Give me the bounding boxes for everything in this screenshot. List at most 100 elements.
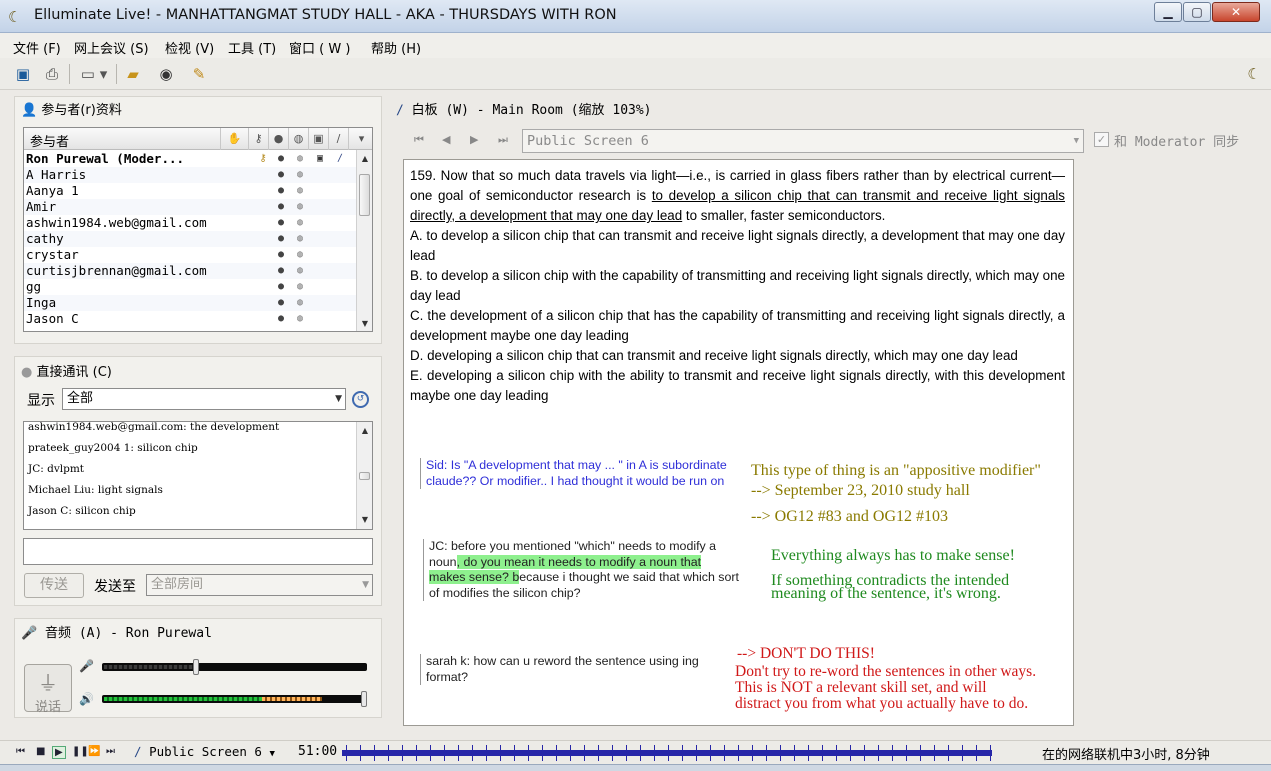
scroll-up-icon[interactable]: ▲ (357, 424, 372, 438)
previous-screen-icon[interactable]: ◀ (442, 133, 450, 146)
scroll-thumb[interactable] (359, 472, 370, 480)
pen-column-icon[interactable]: ∕ (328, 128, 348, 150)
participant-row[interactable]: A Harris ● ◍ (24, 167, 357, 183)
clock-icon[interactable]: ↺ (352, 391, 369, 408)
participants-list[interactable]: 参与者 ✋ ⚷ ● ◍ ▣ ∕ ▾ Ron Purewal (Moder... ⚷… (23, 127, 373, 332)
talk-button[interactable]: ⏚ 说话 (24, 664, 72, 715)
speaker-volume-slider[interactable] (102, 691, 367, 707)
layout-dropdown-icon[interactable]: ▭ ▾ (74, 62, 114, 86)
participant-row[interactable]: ashwin1984.web@gmail.com ● ◍ (24, 215, 357, 231)
fast-forward-icon[interactable]: ⏩ (88, 746, 100, 757)
timeline-tick (500, 745, 501, 761)
chat-scrollbar[interactable]: ▲ ▼ (356, 422, 372, 529)
jc-question-note: JC: before you mentioned "which" needs t… (423, 539, 741, 601)
first-screen-icon[interactable]: ⏮ (414, 133, 424, 147)
participant-name: Ron Purewal (Moder... (26, 151, 185, 166)
notes-icon[interactable]: ✎ (187, 62, 211, 86)
send-to-select[interactable]: 全部房间 ▼ (146, 574, 373, 596)
stop-icon[interactable]: ■ (36, 746, 45, 757)
title-bar: ☾ Elluminate Live! - MANHATTANGMAT STUDY… (0, 0, 1271, 33)
audio-status-icon: ● (277, 185, 285, 196)
annotation-appositive: This type of thing is an "appositive mod… (751, 462, 1041, 479)
timeline-tick (794, 745, 795, 761)
whiteboard-column-icon[interactable]: ▣ (308, 128, 328, 150)
print-icon[interactable]: ⎙ (40, 62, 64, 86)
audio-status-icon: ● (277, 249, 285, 260)
chat-status-icon: ◍ (296, 249, 304, 260)
annotation-dont-do-this: --> DON'T DO THIS! (737, 645, 875, 662)
participant-name: crystar (26, 247, 79, 262)
show-filter-select[interactable]: 全部 ▼ (62, 388, 346, 410)
pen-status-icon: ∕ (336, 153, 344, 164)
timeline-tick (528, 745, 529, 761)
scroll-up-icon[interactable]: ▲ (357, 152, 372, 166)
screen-select[interactable]: Public Screen 6 ▼ (522, 129, 1084, 153)
current-screen-selector[interactable]: ∕ Public Screen 6 ▼ (134, 744, 275, 759)
audio-status-icon: ● (277, 201, 285, 212)
participant-row[interactable]: Inga ● ◍ (24, 295, 357, 311)
whiteboard-canvas[interactable]: 159. Now that so much data travels via l… (403, 159, 1074, 726)
participant-name: gg (26, 279, 42, 294)
mic-volume-slider[interactable] (102, 659, 367, 675)
participant-row[interactable]: crystar ● ◍ (24, 247, 357, 263)
moderator-column-icon[interactable]: ⚷ (248, 128, 268, 150)
mic-slider-thumb[interactable] (192, 659, 199, 675)
chat-status-icon: ◍ (296, 201, 304, 212)
participants-icon: 👤 (21, 103, 38, 118)
timeline-bar[interactable] (342, 745, 992, 761)
participants-scrollbar[interactable]: ▲ ▼ (356, 150, 372, 331)
save-icon[interactable]: ▣ (11, 62, 35, 86)
speaker-slider-thumb[interactable] (361, 691, 367, 707)
chat-bubble-icon: ● (21, 365, 33, 380)
pause-icon[interactable]: ❚❚ (72, 746, 89, 757)
webcam-icon[interactable]: ◉ (154, 62, 178, 86)
participant-name: Aanya 1 (26, 183, 79, 198)
next-screen-icon[interactable]: ▶ (470, 133, 478, 146)
menu-view[interactable]: 检视 (V) (165, 38, 214, 57)
hand-raise-column-icon[interactable]: ✋ (220, 128, 248, 150)
participant-row[interactable]: gg ● ◍ (24, 279, 357, 295)
participant-name: Jason C (26, 311, 79, 326)
answer-choice-d: D. developing a silicon chip that can tr… (410, 348, 1018, 363)
folder-icon[interactable]: ▰ (121, 62, 145, 86)
participant-row[interactable]: cathy ● ◍ (24, 231, 357, 247)
chat-input[interactable] (23, 538, 373, 565)
scroll-thumb[interactable] (359, 174, 370, 216)
play-icon[interactable]: ▶ (52, 746, 66, 759)
participant-row[interactable]: Ron Purewal (Moder... ⚷ ● ◍ ▣ ∕ (24, 151, 357, 167)
online-duration: 在的网络联机中3小时, 8分钟 (1042, 748, 1210, 763)
columns-dropdown-icon[interactable]: ▾ (348, 128, 372, 150)
sarah-question-note: sarah k: how can u reword the sentence u… (420, 654, 730, 685)
rewind-icon[interactable]: ⏮ (16, 746, 25, 757)
chat-column-icon[interactable]: ◍ (288, 128, 308, 150)
menu-tools[interactable]: 工具 (T) (228, 38, 276, 57)
menu-window[interactable]: 窗口 ( W ) (289, 38, 350, 57)
scroll-down-icon[interactable]: ▼ (357, 513, 372, 527)
sync-checkbox[interactable]: ✓ (1094, 132, 1109, 147)
timeline-tick (962, 745, 963, 761)
minimize-button[interactable]: ▁ (1154, 2, 1182, 22)
participant-row[interactable]: Aanya 1 ● ◍ (24, 183, 357, 199)
last-screen-icon[interactable]: ⏭ (498, 133, 508, 147)
menu-session[interactable]: 网上会议 (S) (74, 38, 149, 57)
chat-status-icon: ◍ (296, 265, 304, 276)
timeline-tick (724, 745, 725, 761)
participant-row[interactable]: Amir ● ◍ (24, 199, 357, 215)
end-icon[interactable]: ⏭ (106, 746, 115, 757)
chat-status-icon: ◍ (296, 217, 304, 228)
timeline-tick (822, 745, 823, 761)
participant-row[interactable]: Jason C ● ◍ (24, 311, 357, 327)
maximize-button[interactable]: ▢ (1183, 2, 1211, 22)
audio-column-icon[interactable]: ● (268, 128, 288, 150)
scroll-down-icon[interactable]: ▼ (357, 317, 372, 331)
close-button[interactable]: ✕ (1212, 2, 1260, 22)
audio-status-icon: ● (277, 233, 285, 244)
menu-file[interactable]: 文件 (F) (13, 38, 61, 57)
menu-help[interactable]: 帮助 (H) (371, 38, 421, 57)
participant-row[interactable]: curtisjbrennan@gmail.com ● ◍ (24, 263, 357, 279)
timeline-tick (612, 745, 613, 761)
send-button[interactable]: 传送 (24, 573, 84, 598)
chat-log[interactable]: ashwin1984.web@gmail.com: the developmen… (23, 421, 373, 530)
sync-label: 和 Moderator 同步 (1114, 135, 1240, 150)
microphone-icon: 🎤 (21, 626, 38, 641)
